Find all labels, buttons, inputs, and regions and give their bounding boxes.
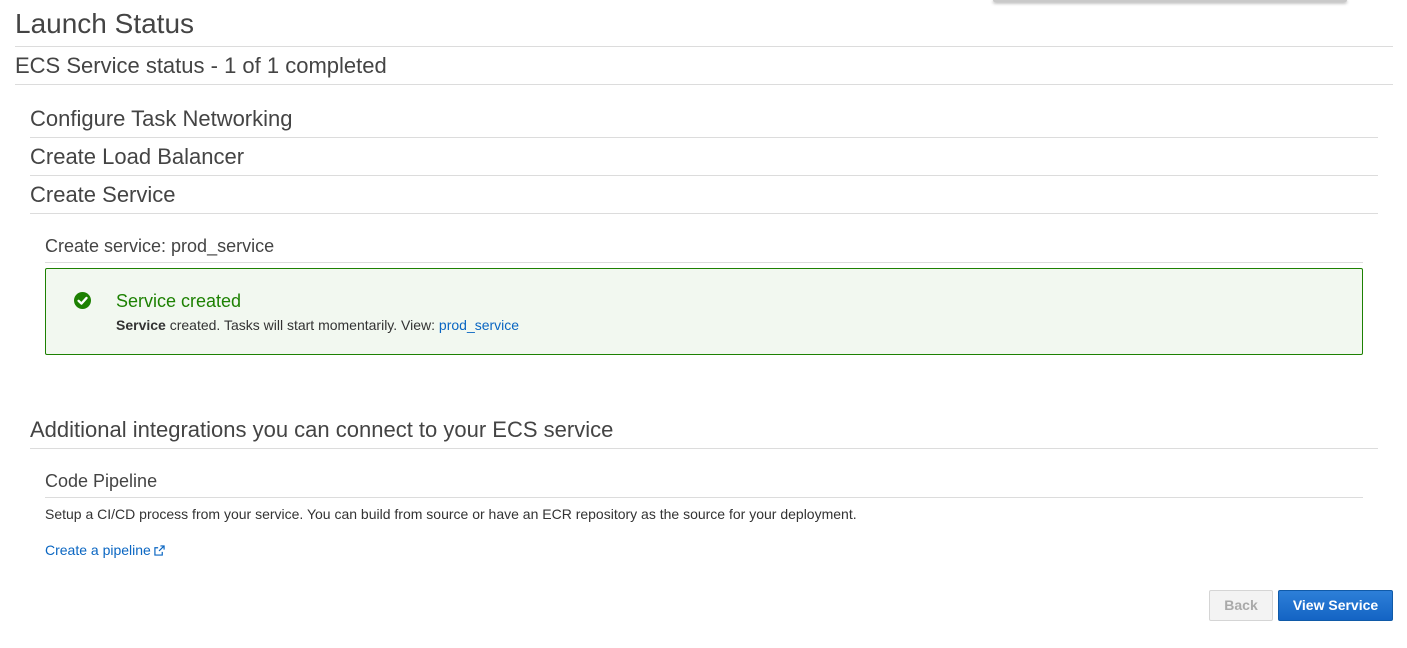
prod-service-link[interactable]: prod_service <box>439 317 519 333</box>
divider <box>45 262 1363 263</box>
divider <box>15 84 1393 85</box>
divider <box>30 175 1378 176</box>
create-pipeline-link[interactable]: Create a pipeline <box>45 541 165 559</box>
check-circle-icon <box>74 292 91 309</box>
divider <box>30 137 1378 138</box>
view-service-button[interactable]: View Service <box>1278 590 1393 621</box>
alert-text: created. Tasks will start momentarily. V… <box>165 317 439 333</box>
code-pipeline-heading: Code Pipeline <box>45 471 158 491</box>
ecs-status-heading: ECS Service status - 1 of 1 completed <box>15 53 387 78</box>
divider <box>30 213 1378 214</box>
dropdown-shadow <box>993 0 1347 2</box>
divider <box>45 497 1363 498</box>
create-service-heading: Create service: prod_service <box>45 236 275 256</box>
back-button[interactable]: Back <box>1209 590 1273 621</box>
integrations-heading: Additional integrations you can connect … <box>30 417 614 442</box>
code-pipeline-description: Setup a CI/CD process from your service.… <box>45 506 857 522</box>
step-create-load-balancer[interactable]: Create Load Balancer <box>30 143 244 171</box>
alert-bold-text: Service <box>116 317 166 333</box>
page-title: Launch Status <box>15 8 195 39</box>
divider <box>30 448 1378 449</box>
divider <box>15 46 1393 47</box>
alert-title: Service created <box>116 291 242 311</box>
create-pipeline-label: Create a pipeline <box>45 542 151 558</box>
success-alert: Service created Service created. Tasks w… <box>45 268 1363 355</box>
step-create-service[interactable]: Create Service <box>30 181 176 209</box>
external-link-icon <box>154 545 165 556</box>
step-configure-task-networking[interactable]: Configure Task Networking <box>30 105 293 133</box>
alert-message: Service created. Tasks will start moment… <box>116 316 519 334</box>
